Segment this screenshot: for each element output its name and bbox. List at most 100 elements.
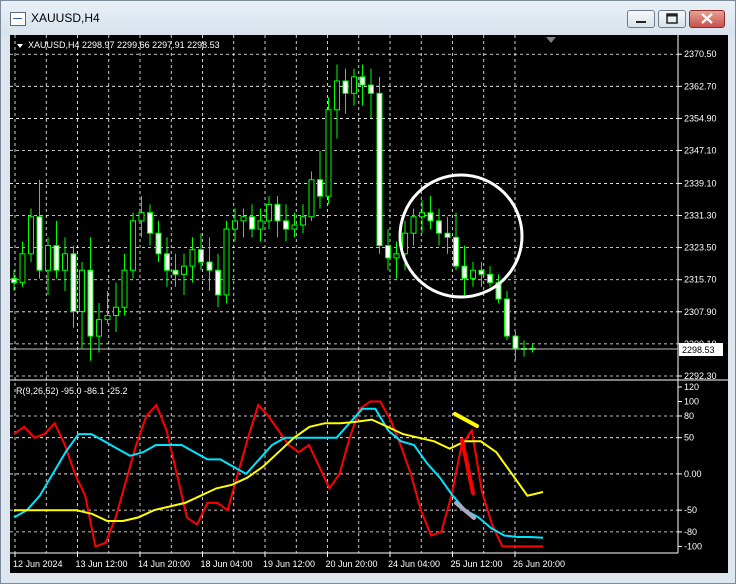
minimize-icon bbox=[636, 21, 646, 23]
chart-header: XAUUSD,H4 2298.97 2299.66 2297.91 2298.5… bbox=[28, 40, 220, 50]
candle-body bbox=[172, 269, 179, 275]
candle-body bbox=[138, 212, 145, 222]
indicator-tick-label: 0.00 bbox=[684, 469, 702, 479]
price-tick-label: 2370.50 bbox=[684, 49, 717, 59]
candle-body bbox=[478, 269, 485, 275]
candle-body bbox=[351, 76, 357, 94]
candle-body bbox=[164, 253, 170, 271]
candle-body bbox=[181, 265, 187, 275]
candle-body bbox=[53, 245, 60, 271]
candle-body bbox=[96, 319, 102, 337]
minimize-button[interactable] bbox=[627, 10, 655, 28]
close-icon bbox=[701, 13, 713, 24]
candle-body bbox=[419, 212, 425, 218]
candle-body bbox=[444, 232, 451, 238]
title-bar[interactable]: XAUUSD,H4 bbox=[1, 1, 735, 35]
candle-body bbox=[512, 335, 519, 349]
indicator-header: R(9,26,52) -95.0 -86.1 -25.2 bbox=[16, 386, 128, 396]
price-tick-label: 2347.10 bbox=[684, 146, 717, 156]
time-tick-label: 25 Jun 12:00 bbox=[451, 559, 503, 569]
candle-body bbox=[470, 269, 476, 279]
candle-body bbox=[334, 80, 340, 111]
candle-body bbox=[342, 80, 349, 94]
candle-body bbox=[206, 261, 213, 271]
current-price-label: 2298.53 bbox=[682, 345, 715, 355]
price-tick-label: 2354.90 bbox=[684, 113, 717, 123]
candle-body bbox=[266, 203, 272, 222]
candle-body bbox=[427, 212, 434, 222]
candle-body bbox=[104, 315, 111, 321]
time-tick-label: 20 Jun 20:00 bbox=[326, 559, 378, 569]
candle-body bbox=[28, 216, 34, 255]
candle-body bbox=[461, 265, 468, 279]
indicator-tick-label: 50 bbox=[684, 433, 694, 443]
candle-body bbox=[11, 277, 17, 284]
candle-body bbox=[223, 228, 230, 296]
indicator-tick-label: 120 bbox=[684, 382, 699, 392]
candle-body bbox=[410, 216, 417, 234]
candle-body bbox=[249, 216, 255, 230]
candle-body bbox=[385, 245, 391, 259]
candle-body bbox=[232, 220, 238, 230]
indicator-tick-label: 100 bbox=[684, 396, 699, 406]
time-tick-label: 26 Jun 20:00 bbox=[513, 559, 565, 569]
window-title: XAUUSD,H4 bbox=[31, 11, 100, 25]
time-tick-label: 24 Jun 04:00 bbox=[388, 559, 440, 569]
chart-area[interactable]: XAUUSD,H4 2298.97 2299.66 2297.91 2298.5… bbox=[10, 35, 728, 573]
chart-window-icon bbox=[10, 12, 26, 26]
time-tick-label: 13 Jun 12:00 bbox=[76, 559, 128, 569]
candle-body bbox=[121, 269, 128, 308]
close-button[interactable] bbox=[689, 10, 725, 28]
candle-body bbox=[317, 179, 323, 197]
candle-body bbox=[368, 84, 374, 94]
candle-body bbox=[393, 253, 400, 259]
time-tick-label: 19 Jun 12:00 bbox=[263, 559, 315, 569]
candle-body bbox=[147, 212, 153, 234]
price-tick-label: 2339.10 bbox=[684, 178, 717, 188]
candle-body bbox=[155, 232, 162, 255]
candle-body bbox=[359, 76, 366, 86]
candle-body bbox=[215, 269, 221, 296]
candle-body bbox=[453, 236, 459, 267]
price-tick-label: 2323.50 bbox=[684, 243, 717, 253]
candle-body bbox=[376, 92, 383, 247]
price-tick-label: 2331.30 bbox=[684, 211, 717, 221]
candle-body bbox=[36, 216, 43, 271]
candle-body bbox=[283, 220, 289, 230]
time-tick-label: 14 Jun 20:00 bbox=[138, 559, 190, 569]
indicator-tick-label: -100 bbox=[684, 541, 702, 551]
candle-body bbox=[300, 216, 306, 226]
candle-body bbox=[504, 298, 510, 337]
price-tick-label: 2307.90 bbox=[684, 307, 717, 317]
indicator-tick-label: -50 bbox=[684, 505, 697, 515]
restore-icon bbox=[666, 13, 678, 24]
candle-body bbox=[257, 220, 264, 230]
candle-body bbox=[45, 245, 51, 271]
candle-body bbox=[62, 253, 68, 271]
candle-body bbox=[487, 273, 493, 284]
chart-background bbox=[10, 35, 728, 573]
candle-body bbox=[79, 269, 85, 312]
candle-body bbox=[87, 269, 94, 337]
price-tick-label: 2292.30 bbox=[684, 371, 717, 381]
candle-body bbox=[130, 220, 136, 271]
candle-body bbox=[308, 179, 315, 218]
indicator-tick-label: 80 bbox=[684, 411, 694, 421]
candle-body bbox=[436, 220, 442, 234]
price-tick-label: 2362.70 bbox=[684, 81, 717, 91]
chart-window: XAUUSD,H4 XAUUSD,H4 2298.97 2299.66 2297… bbox=[0, 0, 736, 584]
indicator-tick-label: -80 bbox=[684, 527, 697, 537]
candle-body bbox=[325, 109, 332, 197]
candle-body bbox=[240, 216, 247, 222]
time-tick-label: 18 Jun 04:00 bbox=[201, 559, 253, 569]
price-tick-label: 2315.70 bbox=[684, 275, 717, 285]
candle-body bbox=[113, 306, 119, 317]
time-tick-label: 12 Jun 2024 bbox=[13, 559, 63, 569]
restore-button[interactable] bbox=[658, 10, 686, 28]
candle-body bbox=[274, 203, 281, 222]
candle-body bbox=[70, 253, 77, 312]
candle-body bbox=[19, 253, 26, 284]
candle-body bbox=[291, 224, 298, 230]
candle-body bbox=[198, 249, 204, 263]
candle-body bbox=[189, 249, 196, 267]
